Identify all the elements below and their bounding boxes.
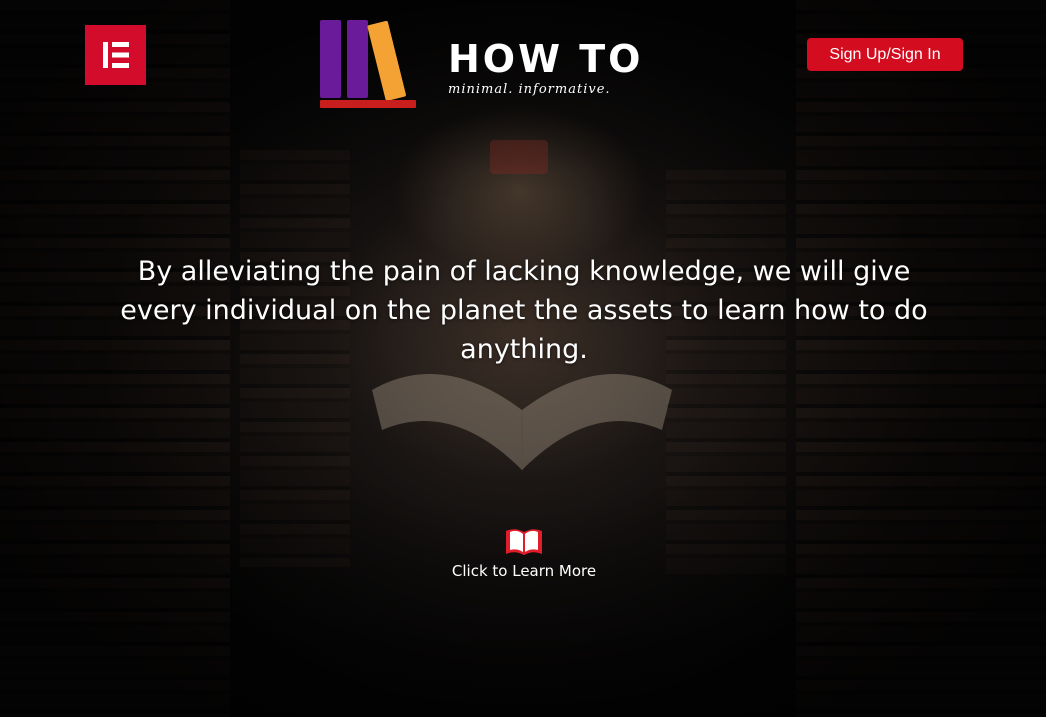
open-book-icon — [506, 529, 542, 555]
books-icon — [320, 20, 416, 108]
learn-more-link[interactable]: Click to Learn More — [438, 526, 610, 584]
brand-title: HOW TO — [448, 37, 644, 81]
signup-signin-button[interactable]: Sign Up/Sign In — [807, 38, 963, 71]
brand-tagline: minimal. informative. — [448, 82, 611, 97]
hero-mission-text: By alleviating the pain of lacking knowl… — [120, 256, 928, 365]
learn-more-label: Click to Learn More — [451, 562, 597, 580]
landing-page: HOW TO minimal. informative. Sign Up/Sig… — [0, 0, 1046, 717]
elementor-e-icon — [102, 42, 129, 68]
elementor-icon[interactable] — [85, 25, 146, 85]
brand-logo[interactable]: HOW TO minimal. informative. — [318, 18, 658, 113]
